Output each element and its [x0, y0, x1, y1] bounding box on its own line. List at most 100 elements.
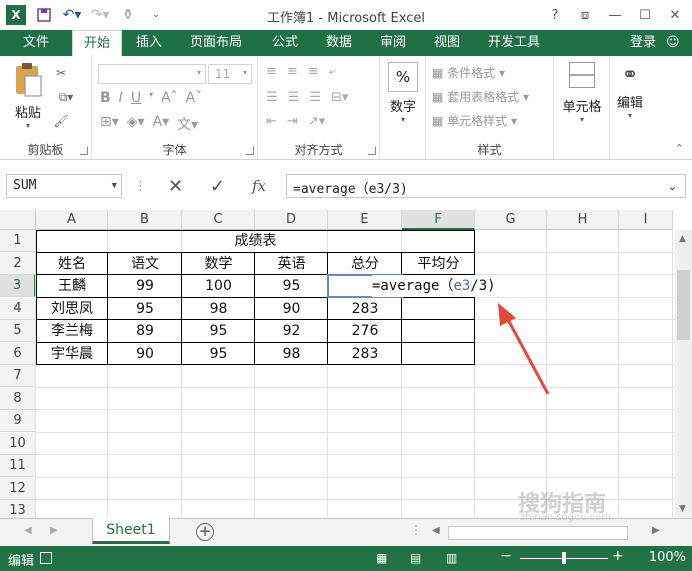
column-header[interactable]: E: [328, 210, 402, 230]
minimize-button[interactable]: —: [602, 4, 628, 26]
format-painter-icon[interactable]: 🖌: [52, 112, 70, 130]
formula-input[interactable]: =average（e3/3) ⌄: [286, 174, 686, 198]
conditional-format-button[interactable]: ▦ 条件格式 ▾: [432, 64, 505, 81]
scroll-right-icon[interactable]: ▶: [652, 525, 660, 536]
spreadsheet-grid[interactable]: A B C D E F G H I 1 2 3 4 5 6 7 8 9 10 11 12 13 成绩表 姓名 语文 数学 英语 总分平…: [0, 210, 692, 518]
table-cell[interactable]: 李兰梅: [36, 320, 108, 342]
table-cell[interactable]: 王麟: [36, 275, 108, 297]
row-header[interactable]: 8: [0, 387, 36, 410]
merge-center-icon[interactable]: ⊟▾: [331, 90, 348, 105]
table-cell[interactable]: 283: [328, 343, 402, 365]
fill-color-icon[interactable]: ◈▾: [127, 114, 145, 134]
horizontal-scrollbar[interactable]: [448, 526, 628, 540]
table-cell[interactable]: 宇华晨: [36, 343, 108, 365]
bold-button[interactable]: B: [100, 90, 111, 106]
zoom-out-icon[interactable]: −: [500, 548, 512, 564]
zoom-slider-thumb[interactable]: [562, 552, 566, 564]
cells-button[interactable]: 单元格 ▾: [558, 62, 606, 124]
row-header[interactable]: 10: [0, 432, 36, 455]
tab-developer[interactable]: 开发工具: [488, 30, 540, 56]
table-cell[interactable]: 95: [182, 343, 255, 365]
border-icon[interactable]: ⊞▾: [100, 114, 119, 134]
page-layout-view-icon[interactable]: ▤: [410, 551, 421, 565]
tab-view[interactable]: 视图: [434, 30, 460, 56]
row-header[interactable]: 9: [0, 410, 36, 432]
tab-home[interactable]: 开始: [72, 30, 122, 56]
column-header[interactable]: G: [475, 210, 547, 230]
table-header-cell[interactable]: 总分: [328, 253, 402, 275]
row-header[interactable]: 2: [0, 252, 36, 275]
vertical-scrollbar[interactable]: ▲ ▼: [675, 230, 692, 518]
login-link[interactable]: 登录: [630, 30, 656, 56]
row-header[interactable]: 12: [0, 477, 36, 500]
row-header[interactable]: 13: [0, 500, 36, 518]
grow-font-icon[interactable]: Aˆ: [161, 90, 178, 106]
column-header[interactable]: D: [255, 210, 328, 230]
column-header[interactable]: A: [36, 210, 108, 230]
zoom-in-icon[interactable]: +: [612, 548, 624, 564]
editing-button[interactable]: ⚭ 编辑 ▾: [612, 62, 648, 120]
align-bottom-icon[interactable]: ≡: [308, 64, 319, 79]
more-icon[interactable]: ⋮: [134, 174, 147, 198]
add-sheet-icon[interactable]: +: [196, 523, 214, 541]
table-cell[interactable]: 95: [255, 275, 328, 297]
column-header[interactable]: H: [547, 210, 619, 230]
align-middle-icon[interactable]: ≡: [287, 64, 298, 79]
ribbon-display-button[interactable]: ⧈: [572, 4, 598, 26]
table-cell[interactable]: 95: [108, 298, 182, 320]
font-size-select[interactable]: 11 ▾: [208, 64, 252, 84]
select-all-corner[interactable]: [0, 210, 36, 230]
normal-view-icon[interactable]: ▦: [376, 551, 387, 565]
table-cell[interactable]: 98: [255, 343, 328, 365]
name-box[interactable]: SUM ▼: [6, 174, 122, 198]
table-cell[interactable]: 92: [255, 320, 328, 342]
sheet-tab-sheet1[interactable]: Sheet1: [92, 518, 170, 544]
column-header[interactable]: F: [402, 210, 475, 230]
tab-data[interactable]: 数据: [326, 30, 352, 56]
help-button[interactable]: ?: [542, 4, 568, 26]
expand-formula-icon[interactable]: ⌄: [668, 180, 677, 193]
tab-page-layout[interactable]: 页面布局: [190, 30, 242, 56]
italic-button[interactable]: I: [119, 90, 123, 106]
column-header[interactable]: I: [619, 210, 673, 230]
name-box-dropdown-icon[interactable]: ▼: [112, 181, 117, 191]
row-header[interactable]: 5: [0, 320, 36, 342]
cut-icon[interactable]: ✂: [52, 64, 70, 82]
smiley-icon[interactable]: ☺: [666, 35, 684, 51]
insert-function-icon[interactable]: fx: [252, 174, 266, 198]
wrap-text-icon[interactable]: ⤶: [329, 64, 336, 79]
align-right-icon[interactable]: ☰: [309, 90, 321, 105]
zoom-level[interactable]: 100%: [649, 550, 686, 565]
collapse-ribbon-icon[interactable]: ⌃: [675, 142, 684, 155]
format-as-table-button[interactable]: ▦ 套用表格格式 ▾: [432, 88, 529, 105]
table-cell[interactable]: 283: [328, 298, 402, 320]
scroll-left-icon[interactable]: ◀: [432, 525, 440, 536]
copy-icon[interactable]: ⧉▾: [52, 88, 80, 106]
tab-insert[interactable]: 插入: [136, 30, 162, 56]
tab-review[interactable]: 审阅: [380, 30, 406, 56]
table-cell[interactable]: 276: [328, 320, 402, 342]
table-cell[interactable]: 98: [182, 298, 255, 320]
cell-edit-formula[interactable]: =average（e3/3): [372, 275, 500, 297]
table-cell[interactable]: 99: [108, 275, 182, 297]
align-center-icon[interactable]: ☰: [288, 90, 300, 105]
row-header[interactable]: 7: [0, 365, 36, 387]
align-left-icon[interactable]: ☰: [266, 90, 278, 105]
enter-icon[interactable]: ✓: [210, 174, 225, 198]
column-header[interactable]: C: [182, 210, 255, 230]
macro-record-icon[interactable]: [40, 552, 52, 564]
table-header-cell[interactable]: 语文: [108, 253, 182, 275]
increase-indent-icon[interactable]: ⇥: [287, 114, 298, 129]
split-handle-icon[interactable]: ⋮: [410, 523, 422, 537]
phonetic-icon[interactable]: 文▾: [177, 114, 198, 134]
row-header[interactable]: 6: [0, 342, 36, 365]
vertical-scroll-thumb[interactable]: [677, 270, 690, 340]
cell-styles-button[interactable]: ▦ 单元格样式 ▾: [432, 112, 517, 129]
cancel-icon[interactable]: ✕: [168, 174, 183, 198]
next-sheet-icon[interactable]: ▶: [50, 525, 58, 536]
table-cell[interactable]: 95: [182, 320, 255, 342]
row-header[interactable]: 4: [0, 297, 36, 320]
row-header[interactable]: 1: [0, 230, 36, 252]
page-break-view-icon[interactable]: ▥: [446, 551, 457, 565]
orientation-icon[interactable]: ↗▾: [308, 114, 325, 129]
